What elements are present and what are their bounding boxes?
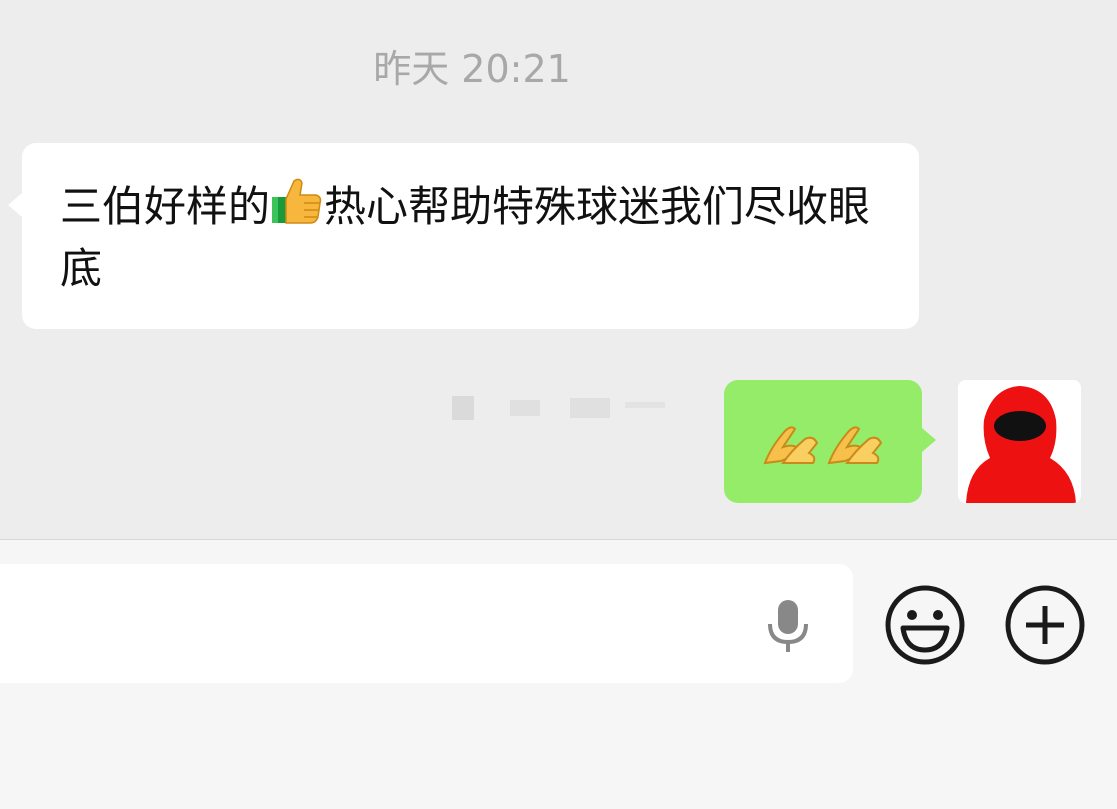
microphone-icon[interactable] (763, 596, 813, 656)
praying-hands-icon (763, 425, 819, 464)
outgoing-message-bubble[interactable] (724, 380, 936, 503)
user-avatar[interactable] (958, 380, 1081, 503)
message-input-field[interactable] (0, 564, 853, 683)
faded-overlay-text (452, 396, 665, 420)
thumbs-up-icon (272, 178, 322, 224)
praying-hands-icon (827, 425, 883, 464)
smiley-face-icon[interactable] (884, 584, 966, 666)
message-timestamp: 昨天 20:21 (373, 47, 571, 91)
incoming-message-bubble[interactable]: 三伯好样的 热心帮助特殊球迷我们尽收眼底 (8, 143, 919, 329)
plus-icon[interactable] (1004, 584, 1086, 666)
incoming-message-text-part1: 三伯好样的 (60, 182, 271, 231)
message-input-bar (0, 540, 1117, 809)
avatar-image (958, 380, 1081, 503)
